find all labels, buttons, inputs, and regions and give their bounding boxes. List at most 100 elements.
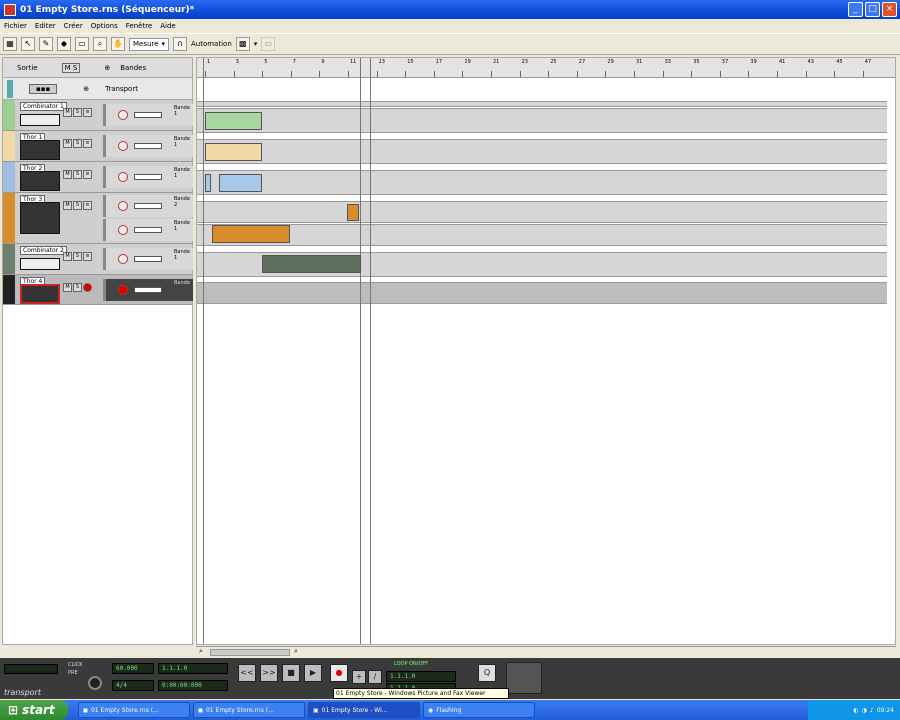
tray-icon[interactable]: ◑ [862, 707, 867, 714]
track-thor-3[interactable]: Thor 3 M S ≡ Bande 2 Bande 1 [3, 193, 193, 244]
automation-chevron-icon[interactable]: ▾ [254, 40, 258, 48]
eraser-icon[interactable]: ◆ [57, 37, 71, 51]
menu-aide[interactable]: Aide [160, 22, 175, 30]
close-button[interactable]: × [882, 2, 897, 17]
disabled-tool-icon: ▭ [261, 37, 276, 51]
record-enable-icon[interactable] [118, 201, 128, 211]
clip-thor-2-b[interactable] [219, 174, 262, 192]
tempo-display[interactable]: 60.000 [112, 663, 154, 674]
record-enable-icon[interactable] [118, 254, 128, 264]
razor-icon[interactable]: ▭ [75, 37, 89, 51]
lane-row[interactable]: Bande 1 [103, 248, 193, 270]
snap-magnet-icon[interactable]: ∩ [172, 37, 187, 51]
menu-fenetre[interactable]: Fenêtre [126, 22, 152, 30]
clip-thor-2-a[interactable] [205, 174, 211, 192]
lane-row[interactable]: Bande 1 [103, 166, 193, 188]
mute-button: M [63, 201, 72, 210]
pencil-icon[interactable]: ✎ [39, 37, 53, 51]
lane-fader[interactable] [134, 112, 162, 118]
time-display[interactable]: 0:00:00:000 [158, 680, 228, 691]
end-marker-line[interactable] [360, 58, 361, 644]
quantize-button[interactable]: Q [478, 664, 496, 682]
lane-row[interactable]: Bande 1 [103, 219, 193, 241]
track-combinator-2[interactable]: Combinator 2 M S ≡ Bande 1 [3, 244, 193, 275]
mode-toggle-icon[interactable]: ▦ [3, 37, 17, 51]
automation-override-panel[interactable] [506, 662, 542, 694]
tray-icon[interactable]: ◐ [853, 707, 858, 714]
taskbar-item[interactable]: ◉ Flashing [423, 702, 535, 718]
lane-fader[interactable] [134, 256, 162, 262]
picture-viewer-icon: ▣ [313, 706, 319, 714]
signature-display[interactable]: 4/4 [112, 680, 154, 691]
rewind-button[interactable]: << [238, 664, 256, 682]
horizontal-scrollbar[interactable]: ⌕ ⌕ [196, 646, 896, 658]
record-enable-icon[interactable] [118, 141, 128, 151]
taskbar-item[interactable]: ▣ 01 Empty Store - Wi... [308, 702, 420, 718]
lane-row[interactable]: Bande 1 [103, 135, 193, 157]
mute-solo-buttons[interactable]: M S ≡ [63, 201, 92, 210]
punch-icon[interactable]: / [368, 670, 382, 684]
sequencer-arrange-area[interactable]: 1 3 5 7 9 11 13 15 17 19 21 23 25 27 29 31 33 35 37 39 41 43 4… [196, 57, 896, 645]
lane-row[interactable]: Bande 2 [103, 195, 193, 217]
lane-fader[interactable] [134, 143, 162, 149]
track-thor-4[interactable]: Thor 4 MS Bande [3, 275, 193, 305]
select-arrow-icon[interactable]: ↖ [21, 37, 35, 51]
record-enable-icon[interactable] [118, 285, 128, 295]
lane-fader[interactable] [134, 287, 162, 293]
record-button[interactable]: ● [330, 664, 348, 682]
ruler-bar-number: 21 [493, 59, 500, 65]
menu-editer[interactable]: Editer [35, 22, 56, 30]
mute-solo-buttons[interactable]: M S ≡ [63, 170, 92, 179]
zoom-in-icon[interactable]: ⌕ [294, 647, 298, 656]
volume-icon[interactable]: ♪ [870, 707, 874, 714]
clip-thor-3-lane1[interactable] [212, 225, 290, 243]
snap-select[interactable]: Mesure ▾ [129, 37, 169, 51]
mute-solo-buttons[interactable]: MS [63, 283, 92, 292]
lane-fader[interactable] [134, 174, 162, 180]
click-level-knob[interactable] [88, 676, 102, 690]
hand-icon[interactable]: ✋ [111, 37, 125, 51]
mute-solo-buttons[interactable]: M S ≡ [63, 139, 92, 148]
track-thor-2[interactable]: Thor 2 M S ≡ Bande 1 [3, 162, 193, 193]
menu-creer[interactable]: Créer [64, 22, 83, 30]
zoom-out-icon[interactable]: ⌕ [199, 647, 203, 656]
left-locator-line[interactable] [203, 58, 204, 644]
lane-fader[interactable] [134, 227, 162, 233]
record-enable-icon[interactable] [118, 172, 128, 182]
transport-controls-icon: ▪▪▪ [29, 83, 58, 94]
magnify-icon[interactable]: ⌕ [93, 37, 107, 51]
ruler-tick [691, 71, 693, 77]
clip-thor-1[interactable] [205, 143, 262, 161]
start-button[interactable]: ⊞ start [0, 700, 68, 720]
right-locator-line[interactable] [370, 58, 371, 644]
menu-fichier[interactable]: Fichier [4, 22, 27, 30]
taskbar-item[interactable]: ◼ 01 Empty Store.rns (... [193, 702, 305, 718]
play-button[interactable]: ▶ [304, 664, 322, 682]
left-locator-display[interactable]: 1.1.1.0 [386, 671, 456, 682]
maximize-button[interactable]: □ [865, 2, 880, 17]
lane-row[interactable]: Bande 1 [103, 104, 193, 126]
record-enable-icon[interactable] [118, 110, 128, 120]
track-combinator-1[interactable]: Combinator 1 M S ≡ Bande 1 [3, 100, 193, 131]
stop-button[interactable]: ■ [282, 664, 300, 682]
clip-combinator-1[interactable] [205, 112, 262, 130]
track-thor-1[interactable]: Thor 1 M S ≡ Bande 1 [3, 131, 193, 162]
transport-track[interactable]: ▪▪▪ ⊕ Transport [3, 78, 192, 100]
menu-options[interactable]: Options [91, 22, 118, 30]
minimize-button[interactable]: _ [848, 2, 863, 17]
record-enable-icon[interactable] [118, 225, 128, 235]
ruler-tick [205, 71, 206, 77]
automation-icon[interactable]: ▩ [235, 37, 250, 51]
loop-icon[interactable]: + [352, 670, 366, 684]
bar-ruler[interactable]: 1 3 5 7 9 11 13 15 17 19 21 23 25 27 29 31 33 35 37 39 41 43 4… [197, 58, 895, 78]
mute-solo-buttons[interactable]: M S ≡ [63, 252, 92, 261]
position-display[interactable]: 1.1.1.0 [158, 663, 228, 674]
clip-thor-3-lane2[interactable] [347, 204, 359, 221]
taskbar-item[interactable]: ◼ 01 Empty Store.rns (... [78, 702, 190, 718]
zoom-slider[interactable] [210, 649, 290, 656]
lane-row[interactable]: Bande [103, 279, 193, 301]
lane-fader[interactable] [134, 203, 162, 209]
clip-combinator-2[interactable] [262, 255, 361, 273]
fast-forward-button[interactable]: >> [260, 664, 278, 682]
mute-solo-buttons[interactable]: M S ≡ [63, 108, 92, 117]
